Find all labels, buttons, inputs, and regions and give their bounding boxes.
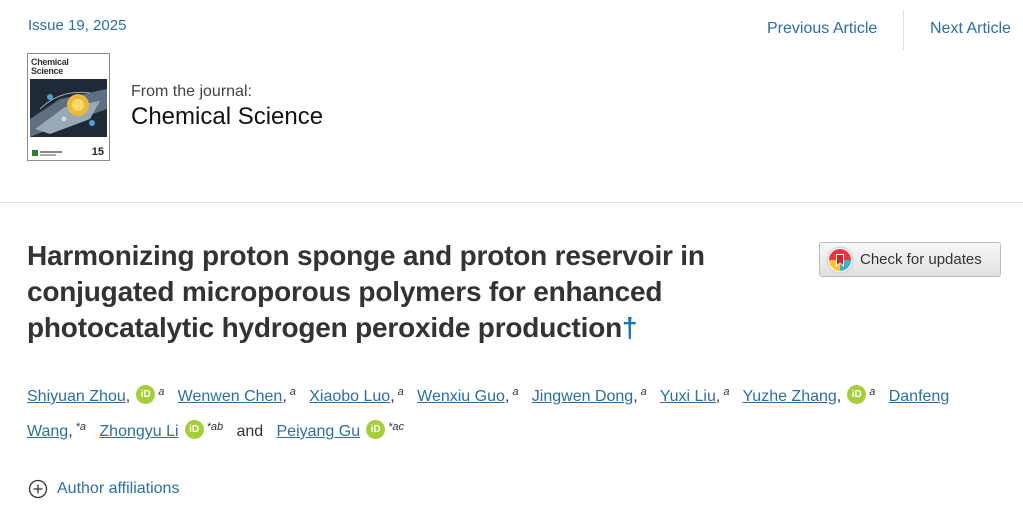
- cover-footer: 15: [30, 146, 107, 160]
- author-link[interactable]: Yuzhe Zhang: [743, 388, 837, 405]
- author-affiliations-label: Author affiliations: [57, 480, 180, 497]
- author-link[interactable]: Wang: [27, 423, 68, 440]
- cover-title-line2: Science: [31, 66, 63, 76]
- author-affiliation-sup: *a: [75, 420, 87, 433]
- orcid-icon[interactable]: iD: [184, 420, 204, 440]
- plus-circle-icon: [28, 479, 48, 499]
- check-for-updates-button[interactable]: Check for updates: [819, 242, 1001, 277]
- author-link[interactable]: Jingwen Dong: [532, 388, 633, 405]
- and-word: and: [236, 423, 264, 440]
- orcid-icon[interactable]: iD: [847, 385, 867, 405]
- issue-link[interactable]: Issue 19, 2025: [28, 17, 126, 34]
- author-affiliation-sup: *ab: [206, 420, 224, 433]
- author-affiliation-sup: a: [723, 385, 730, 398]
- previous-article-link[interactable]: Previous Article: [767, 20, 877, 38]
- author-link[interactable]: Zhongyu Li: [99, 423, 178, 440]
- nav-divider: [903, 10, 904, 50]
- journal-cover-image[interactable]: Chemical Science 15: [27, 53, 110, 161]
- author-link[interactable]: Wenwen Chen: [178, 388, 283, 405]
- author-link[interactable]: Danfeng: [889, 388, 950, 405]
- orcid-icon[interactable]: iD: [136, 385, 156, 405]
- title-line-3: photocatalytic hydrogen peroxide product…: [27, 312, 622, 343]
- author-affiliation-sup: a: [869, 385, 876, 398]
- author-affiliations-toggle[interactable]: Author affiliations: [28, 479, 179, 499]
- author-affiliation-sup: a: [397, 385, 404, 398]
- author-list: Shiyuan Zhou, iD a Wenwen Chen, a Xiaobo Lu…: [27, 385, 950, 440]
- author-link[interactable]: Xiaobo Luo: [309, 388, 390, 405]
- title-line-1: Harmonizing proton sponge and proton res…: [27, 240, 705, 271]
- author-link[interactable]: Wenxiu Guo: [417, 388, 505, 405]
- cover-artwork: [30, 79, 107, 137]
- header-divider: [0, 202, 1023, 203]
- from-journal-label: From the journal:: [131, 83, 252, 100]
- cover-title: Chemical Science: [31, 58, 69, 76]
- author-affiliation-sup: a: [158, 385, 165, 398]
- author-link[interactable]: Yuxi Liu: [660, 388, 716, 405]
- author-link[interactable]: Peiyang Gu: [277, 423, 361, 440]
- cover-issue-number: 15: [91, 146, 104, 158]
- next-article-link[interactable]: Next Article: [930, 20, 1011, 38]
- author-link[interactable]: Shiyuan Zhou: [27, 388, 126, 405]
- author-affiliation-sup: *ac: [388, 420, 405, 433]
- article-title: Harmonizing proton sponge and proton res…: [27, 238, 797, 346]
- check-for-updates-label: Check for updates: [860, 251, 982, 268]
- author-affiliation-sup: a: [289, 385, 296, 398]
- orcid-icon[interactable]: iD: [366, 420, 386, 440]
- title-line-2: conjugated microporous polymers for enha…: [27, 276, 663, 307]
- footnote-dagger-link[interactable]: †: [622, 312, 638, 343]
- author-affiliation-sup: a: [640, 385, 647, 398]
- crossmark-icon: [826, 246, 854, 274]
- journal-name[interactable]: Chemical Science: [131, 103, 323, 131]
- author-affiliation-sup: a: [512, 385, 519, 398]
